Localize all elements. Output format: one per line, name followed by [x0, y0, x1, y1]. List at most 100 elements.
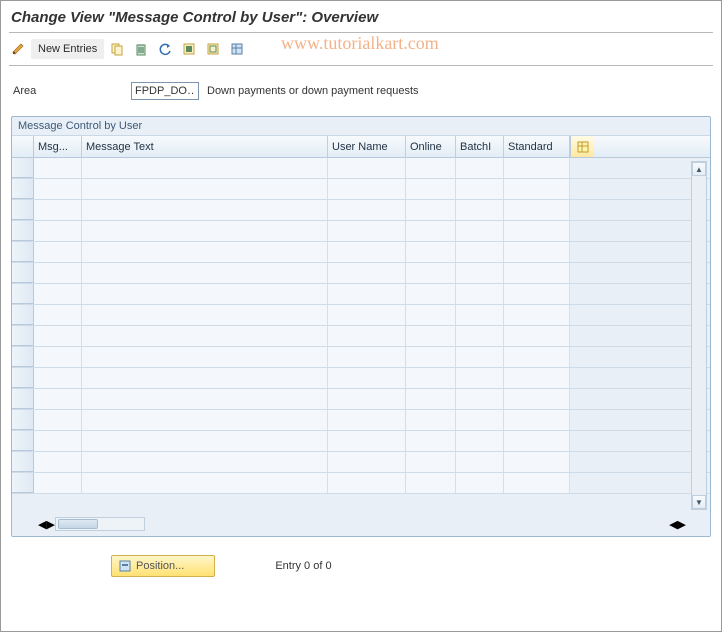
cell-user-name[interactable] — [328, 389, 406, 409]
row-selector[interactable] — [12, 242, 34, 262]
cell-online[interactable] — [406, 284, 456, 304]
cell-online[interactable] — [406, 326, 456, 346]
cell-message-text[interactable] — [82, 242, 328, 262]
cell-batch[interactable] — [456, 452, 504, 472]
cell-online[interactable] — [406, 242, 456, 262]
cell-online[interactable] — [406, 179, 456, 199]
scroll-down-button[interactable]: ▼ — [692, 495, 706, 509]
cell-batch[interactable] — [456, 200, 504, 220]
cell-msg[interactable] — [34, 452, 82, 472]
cell-message-text[interactable] — [82, 158, 328, 178]
cell-online[interactable] — [406, 200, 456, 220]
cell-user-name[interactable] — [328, 431, 406, 451]
cell-msg[interactable] — [34, 410, 82, 430]
position-button[interactable]: Position... — [111, 555, 215, 577]
cell-message-text[interactable] — [82, 221, 328, 241]
cell-online[interactable] — [406, 263, 456, 283]
cell-msg[interactable] — [34, 221, 82, 241]
cell-msg[interactable] — [34, 368, 82, 388]
cell-msg[interactable] — [34, 389, 82, 409]
undo-button[interactable] — [154, 39, 176, 59]
cell-batch[interactable] — [456, 263, 504, 283]
cell-batch[interactable] — [456, 284, 504, 304]
row-selector[interactable] — [12, 326, 34, 346]
cell-standard[interactable] — [504, 221, 570, 241]
cell-batch[interactable] — [456, 242, 504, 262]
cell-standard[interactable] — [504, 179, 570, 199]
cell-user-name[interactable] — [328, 200, 406, 220]
cell-online[interactable] — [406, 431, 456, 451]
row-selector-header[interactable] — [12, 136, 34, 157]
cell-online[interactable] — [406, 347, 456, 367]
cell-msg[interactable] — [34, 473, 82, 493]
cell-message-text[interactable] — [82, 431, 328, 451]
cell-online[interactable] — [406, 158, 456, 178]
row-selector[interactable] — [12, 284, 34, 304]
table-config-button[interactable] — [570, 136, 594, 157]
cell-user-name[interactable] — [328, 473, 406, 493]
cell-standard[interactable] — [504, 368, 570, 388]
col-header-standard[interactable]: Standard — [504, 136, 570, 157]
row-selector[interactable] — [12, 389, 34, 409]
cell-batch[interactable] — [456, 389, 504, 409]
scroll-right-end-button[interactable]: ▶ — [678, 518, 686, 531]
cell-batch[interactable] — [456, 326, 504, 346]
col-header-message-text[interactable]: Message Text — [82, 136, 328, 157]
col-header-user-name[interactable]: User Name — [328, 136, 406, 157]
row-selector[interactable] — [12, 347, 34, 367]
cell-batch[interactable] — [456, 221, 504, 241]
cell-user-name[interactable] — [328, 326, 406, 346]
cell-standard[interactable] — [504, 347, 570, 367]
row-selector[interactable] — [12, 431, 34, 451]
cell-standard[interactable] — [504, 200, 570, 220]
hscroll-thumb[interactable] — [58, 519, 98, 529]
cell-user-name[interactable] — [328, 305, 406, 325]
hscroll-track[interactable] — [55, 517, 145, 531]
cell-batch[interactable] — [456, 368, 504, 388]
cell-message-text[interactable] — [82, 179, 328, 199]
cell-standard[interactable] — [504, 389, 570, 409]
cell-standard[interactable] — [504, 242, 570, 262]
area-input[interactable] — [131, 82, 199, 100]
change-display-button[interactable] — [7, 39, 29, 59]
vertical-scrollbar[interactable]: ▲ ▼ — [691, 161, 707, 510]
row-selector[interactable] — [12, 452, 34, 472]
row-selector[interactable] — [12, 263, 34, 283]
cell-message-text[interactable] — [82, 347, 328, 367]
cell-user-name[interactable] — [328, 410, 406, 430]
row-selector[interactable] — [12, 410, 34, 430]
cell-batch[interactable] — [456, 179, 504, 199]
cell-user-name[interactable] — [328, 263, 406, 283]
select-all-button[interactable] — [178, 39, 200, 59]
cell-user-name[interactable] — [328, 347, 406, 367]
cell-batch[interactable] — [456, 305, 504, 325]
cell-standard[interactable] — [504, 263, 570, 283]
cell-user-name[interactable] — [328, 158, 406, 178]
cell-message-text[interactable] — [82, 368, 328, 388]
cell-standard[interactable] — [504, 410, 570, 430]
cell-batch[interactable] — [456, 410, 504, 430]
row-selector[interactable] — [12, 179, 34, 199]
col-header-online[interactable]: Online — [406, 136, 456, 157]
cell-message-text[interactable] — [82, 389, 328, 409]
cell-message-text[interactable] — [82, 200, 328, 220]
cell-msg[interactable] — [34, 305, 82, 325]
row-selector[interactable] — [12, 368, 34, 388]
cell-batch[interactable] — [456, 158, 504, 178]
cell-standard[interactable] — [504, 452, 570, 472]
cell-message-text[interactable] — [82, 284, 328, 304]
cell-standard[interactable] — [504, 305, 570, 325]
cell-online[interactable] — [406, 221, 456, 241]
cell-msg[interactable] — [34, 431, 82, 451]
cell-standard[interactable] — [504, 431, 570, 451]
cell-user-name[interactable] — [328, 179, 406, 199]
cell-msg[interactable] — [34, 179, 82, 199]
cell-message-text[interactable] — [82, 326, 328, 346]
cell-msg[interactable] — [34, 263, 82, 283]
cell-online[interactable] — [406, 473, 456, 493]
cell-msg[interactable] — [34, 200, 82, 220]
cell-user-name[interactable] — [328, 284, 406, 304]
row-selector[interactable] — [12, 200, 34, 220]
cell-msg[interactable] — [34, 284, 82, 304]
cell-message-text[interactable] — [82, 305, 328, 325]
